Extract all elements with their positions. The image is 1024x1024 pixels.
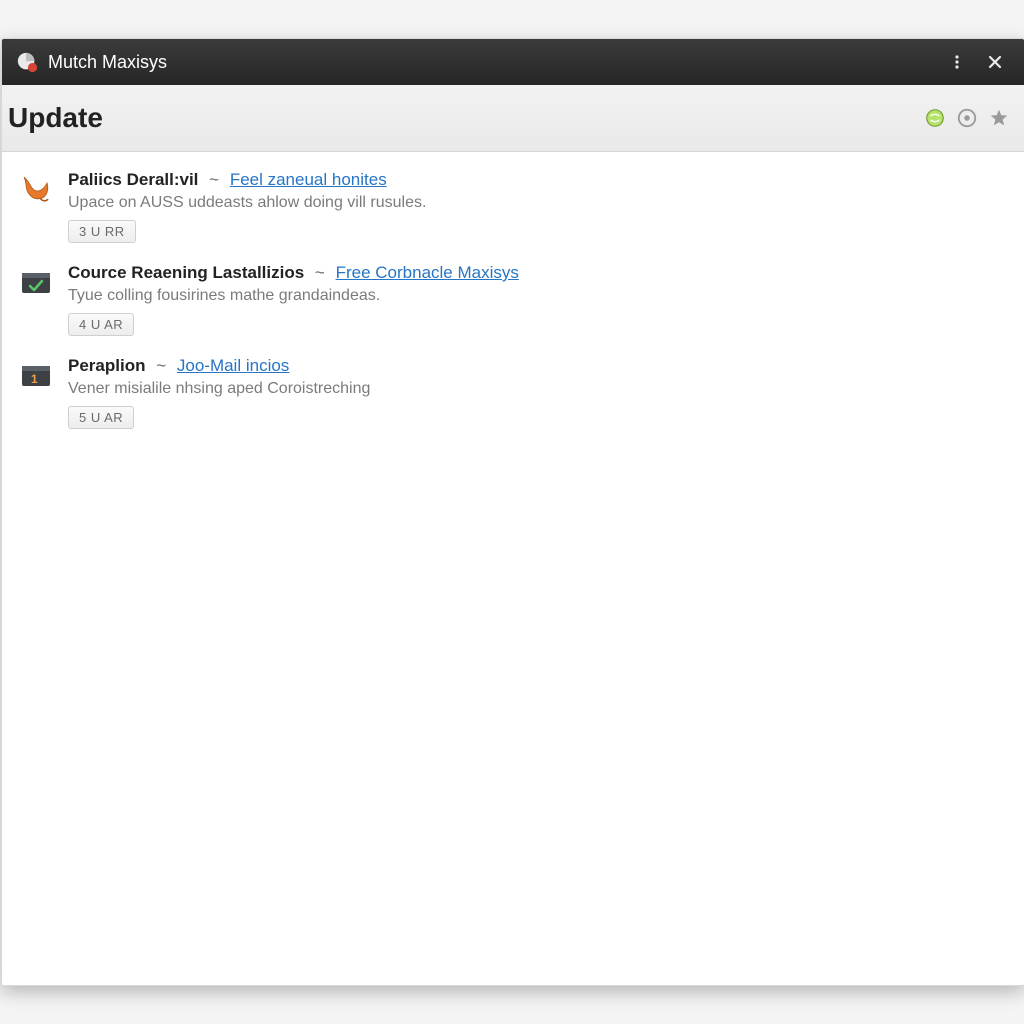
list-item[interactable]: 1 Peraplion ~ Joo-Mail incios Vener misi… bbox=[18, 356, 1008, 429]
close-button[interactable] bbox=[980, 47, 1010, 77]
titlebar: Mutch Maxisys bbox=[2, 39, 1024, 85]
item-icon: 1 bbox=[18, 358, 54, 394]
item-badge[interactable]: 4 U AR bbox=[68, 313, 134, 336]
header-actions bbox=[924, 107, 1010, 129]
terminal-one-icon: 1 bbox=[19, 359, 53, 393]
star-button[interactable] bbox=[988, 107, 1010, 129]
item-link[interactable]: Feel zaneual honites bbox=[230, 170, 387, 189]
update-list: Paliics Derall:vil ~ Feel zaneual honite… bbox=[2, 152, 1024, 985]
item-icon bbox=[18, 172, 54, 208]
item-badge[interactable]: 5 U AR bbox=[68, 406, 134, 429]
page-title: Update bbox=[8, 102, 103, 134]
info-circle-icon bbox=[956, 107, 978, 129]
item-description: Tyue colling fousirines mathe grandainde… bbox=[68, 287, 519, 305]
separator: ~ bbox=[156, 356, 166, 375]
item-description: Upace on AUSS uddeasts ahlow doing vill … bbox=[68, 194, 426, 212]
svg-text:1: 1 bbox=[31, 372, 38, 386]
item-name: Paliics Derall:vil bbox=[68, 170, 198, 189]
app-title: Mutch Maxisys bbox=[48, 52, 167, 73]
info-button[interactable] bbox=[956, 107, 978, 129]
list-item[interactable]: Cource Reaening Lastallizios ~ Free Corb… bbox=[18, 263, 1008, 336]
star-icon bbox=[988, 107, 1010, 129]
item-name: Peraplion bbox=[68, 356, 145, 375]
close-icon bbox=[987, 54, 1003, 70]
item-name: Cource Reaening Lastallizios bbox=[68, 263, 304, 282]
menu-button[interactable] bbox=[942, 47, 972, 77]
globe-refresh-icon bbox=[924, 107, 946, 129]
terminal-check-icon bbox=[19, 266, 53, 300]
app-window: Mutch Maxisys Update bbox=[1, 38, 1024, 986]
item-description: Vener misialile nhsing aped Coroistrechi… bbox=[68, 380, 370, 398]
app-icon bbox=[16, 51, 38, 73]
fox-icon bbox=[19, 173, 53, 207]
item-icon bbox=[18, 265, 54, 301]
dots-vertical-icon bbox=[949, 54, 965, 70]
page-header: Update bbox=[2, 85, 1024, 152]
refresh-button[interactable] bbox=[924, 107, 946, 129]
item-badge[interactable]: 3 U RR bbox=[68, 220, 136, 243]
item-link[interactable]: Free Corbnacle Maxisys bbox=[336, 263, 519, 282]
list-item[interactable]: Paliics Derall:vil ~ Feel zaneual honite… bbox=[18, 170, 1008, 243]
separator: ~ bbox=[315, 263, 325, 282]
item-link[interactable]: Joo-Mail incios bbox=[177, 356, 289, 375]
separator: ~ bbox=[209, 170, 219, 189]
